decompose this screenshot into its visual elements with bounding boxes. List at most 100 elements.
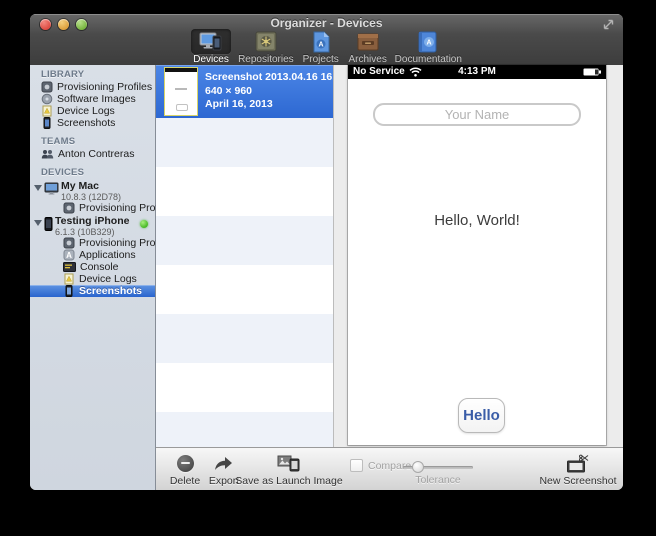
- screenshot-list: Screenshot 2013.04.16 16.13.... 640 × 96…: [156, 65, 333, 447]
- sidebar-item-screenshots-library[interactable]: Screenshots: [30, 117, 155, 129]
- organizer-window: Organizer - Devices Devices: [30, 14, 623, 490]
- provisioning-profile-icon: [41, 81, 53, 93]
- toolbar-tab-label: Devices: [193, 54, 229, 65]
- delete-label: Delete: [164, 475, 206, 487]
- list-row-empty: [156, 363, 333, 412]
- mac-icon: [44, 182, 59, 195]
- sidebar-item-label: Device Logs: [79, 273, 137, 285]
- device-version: 10.8.3 (12D78): [61, 192, 121, 202]
- applications-icon: A: [63, 249, 75, 261]
- sidebar-item-iphone-console[interactable]: Console: [30, 261, 155, 273]
- sidebar-section-library: LIBRARY: [30, 69, 155, 81]
- toolbar-tab-archives[interactable]: Archives: [348, 29, 388, 65]
- provisioning-profile-icon: [63, 202, 75, 214]
- toolbar-tab-label: Archives: [348, 54, 386, 65]
- save-as-launch-image-label: Save as Launch Image: [233, 475, 345, 487]
- sidebar-item-label: Anton Contreras: [58, 148, 134, 160]
- hello-button-image: Hello: [458, 398, 505, 433]
- sidebar-section-devices: DEVICES: [30, 167, 155, 179]
- team-icon: [41, 149, 54, 160]
- provisioning-profile-icon: [63, 237, 75, 249]
- svg-text:A: A: [427, 39, 432, 46]
- sidebar-item-label: Screenshots: [57, 117, 115, 129]
- toolbar-tab-repositories[interactable]: Repositories: [238, 29, 294, 65]
- iphone-screenshot-image: No Service 4:13 PM Your Name Hello, Worl…: [348, 65, 606, 445]
- repositories-icon: [253, 31, 279, 53]
- list-row-empty: [156, 265, 333, 314]
- documentation-icon: A: [415, 31, 441, 53]
- sidebar-item-mac-provisioning-profiles[interactable]: Provisioning Profiles: [30, 202, 155, 214]
- projects-icon: A: [308, 31, 334, 53]
- battery-icon: [583, 68, 602, 76]
- list-row-empty: [156, 412, 333, 447]
- delete-button[interactable]: Delete: [164, 452, 206, 487]
- new-screenshot-button[interactable]: New Screenshot: [535, 452, 621, 487]
- device-logs-icon: [63, 273, 75, 285]
- new-screenshot-label: New Screenshot: [535, 475, 621, 487]
- sidebar-device-my-mac[interactable]: My Mac 10.8.3 (12D78): [30, 181, 155, 202]
- list-row-empty: [156, 167, 333, 216]
- sidebar-item-team-anton-contreras[interactable]: Anton Contreras: [30, 148, 155, 160]
- sidebar-item-software-images[interactable]: Software Images: [30, 93, 155, 105]
- compare-checkbox[interactable]: [350, 459, 363, 472]
- screenshot-resolution: 640 × 960: [205, 85, 333, 99]
- status-bar-time: 4:13 PM: [348, 66, 606, 77]
- toolbar-tab-devices[interactable]: Devices: [191, 29, 231, 65]
- iphone-icon: [44, 217, 53, 231]
- screenshots-icon: [63, 285, 75, 297]
- device-name: My Mac: [61, 181, 121, 191]
- hello-world-label: Hello, World!: [348, 212, 606, 229]
- software-image-icon: [41, 93, 53, 105]
- screenshots-icon: [41, 117, 53, 129]
- console-icon: [63, 262, 76, 272]
- toolbar-tab-label: Repositories: [238, 54, 294, 65]
- sidebar-item-label: Applications: [79, 249, 136, 261]
- sidebar-item-provisioning-profiles[interactable]: Provisioning Profiles: [30, 81, 155, 93]
- toolbar-tab-projects[interactable]: A Projects: [301, 29, 341, 65]
- screenshot-list-item-selected[interactable]: Screenshot 2013.04.16 16.13.... 640 × 96…: [156, 65, 333, 118]
- sidebar-device-testing-iphone[interactable]: Testing iPhone 6.1.3 (10B329): [30, 216, 155, 237]
- screenshot-preview-pane: No Service 4:13 PM Your Name Hello, Worl…: [333, 65, 623, 447]
- sidebar-item-iphone-screenshots[interactable]: Screenshots: [30, 285, 155, 297]
- svg-text:A: A: [66, 251, 72, 260]
- toolbar-tab-label: Projects: [303, 54, 339, 65]
- list-row-empty: [156, 118, 333, 167]
- sidebar-item-device-logs[interactable]: Device Logs: [30, 105, 155, 117]
- delete-icon: [177, 455, 194, 472]
- screenshot-list-empty-rows: [156, 118, 333, 447]
- screenshot-date: April 16, 2013: [205, 98, 333, 112]
- sidebar-item-iphone-applications[interactable]: A Applications: [30, 249, 155, 261]
- list-row-empty: [156, 216, 333, 265]
- disclosure-triangle-icon[interactable]: [34, 185, 42, 191]
- export-icon: [213, 454, 235, 472]
- bottom-toolbar: Delete Export Save as Launch Image: [156, 447, 623, 490]
- sidebar-item-label: Software Images: [57, 93, 136, 105]
- archives-icon: [355, 31, 381, 53]
- toolbar-tab-documentation[interactable]: A Documentation: [395, 29, 462, 65]
- tolerance-label: Tolerance: [399, 474, 477, 486]
- save-as-launch-image-button[interactable]: Save as Launch Image: [233, 452, 345, 487]
- svg-text:A: A: [318, 41, 323, 48]
- iphone-status-bar: No Service 4:13 PM: [348, 65, 606, 79]
- sidebar-item-label: Provisioning Profiles: [57, 81, 152, 93]
- save-launch-image-icon: [277, 454, 301, 472]
- main-toolbar: Devices Reposit: [30, 29, 623, 65]
- device-name: Testing iPhone: [55, 216, 129, 226]
- sidebar-item-label: Console: [80, 261, 119, 273]
- sidebar-section-teams: TEAMS: [30, 136, 155, 148]
- sidebar-item-iphone-device-logs[interactable]: Device Logs: [30, 273, 155, 285]
- new-screenshot-icon: [566, 454, 590, 473]
- compare-control[interactable]: Compare: [350, 459, 411, 472]
- device-version: 6.1.3 (10B329): [55, 227, 129, 237]
- device-logs-icon: [41, 105, 53, 117]
- tolerance-slider[interactable]: [403, 466, 473, 469]
- window-header: Organizer - Devices Devices: [30, 14, 623, 66]
- sidebar: LIBRARY Provisioning Profiles Software I…: [30, 65, 156, 490]
- sidebar-item-label: Device Logs: [57, 105, 115, 117]
- tolerance-slider-knob[interactable]: [412, 461, 424, 473]
- list-row-empty: [156, 314, 333, 363]
- sidebar-item-iphone-provisioning-profiles[interactable]: Provisioning Profiles: [30, 237, 155, 249]
- disclosure-triangle-icon[interactable]: [34, 220, 42, 226]
- screenshot-title: Screenshot 2013.04.16 16.13....: [205, 71, 333, 85]
- sidebar-item-label: Screenshots: [79, 285, 142, 297]
